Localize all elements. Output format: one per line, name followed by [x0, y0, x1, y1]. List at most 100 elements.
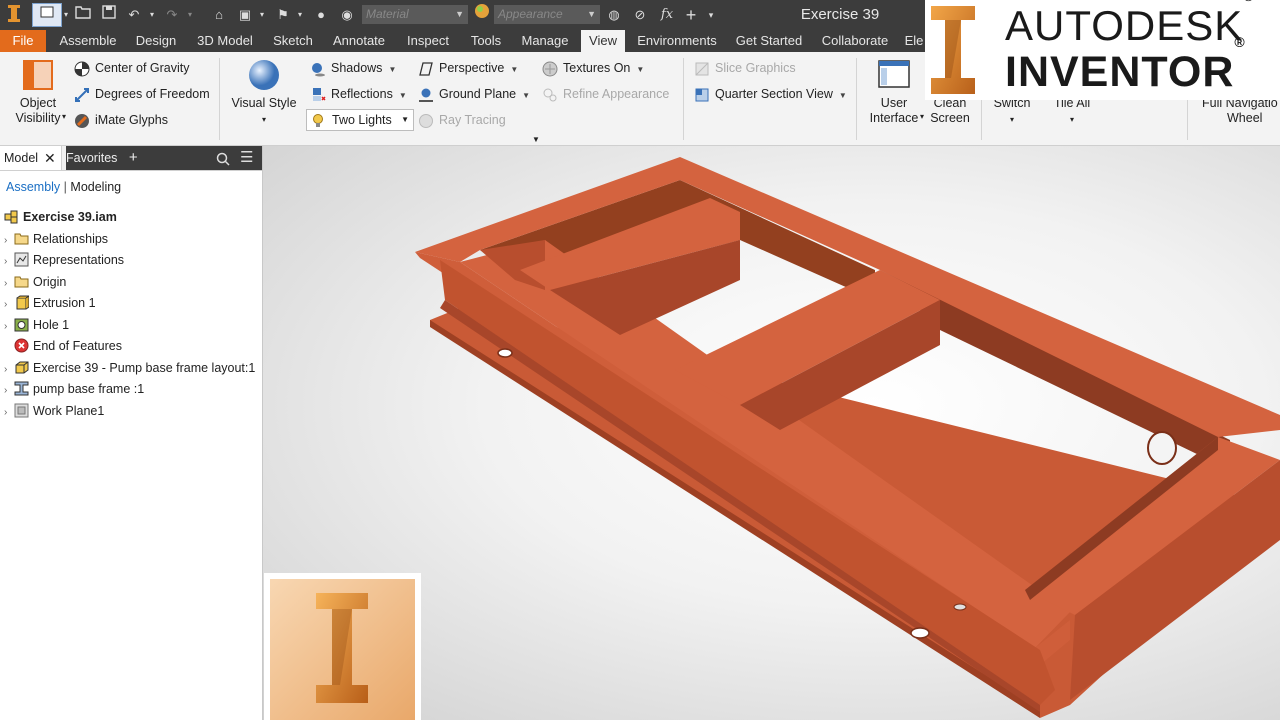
tab-model[interactable]: Model ✕	[0, 146, 62, 170]
new-file-icon[interactable]	[32, 3, 62, 27]
tree-item-hole[interactable]: › Hole 1	[4, 315, 69, 336]
slice-graphics-button[interactable]: Slice Graphics	[694, 60, 796, 77]
tab-favorites[interactable]: Favorites +	[66, 146, 146, 170]
chevron-right-icon[interactable]: ›	[4, 273, 14, 294]
chevron-down-icon: ▾	[1069, 115, 1074, 124]
chevron-right-icon[interactable]: ›	[4, 230, 14, 251]
color-wheel-icon[interactable]: ◉	[338, 3, 356, 27]
lighting-style-select[interactable]: Two Lights ▼	[306, 109, 414, 131]
add-icon[interactable]: +	[682, 3, 700, 27]
subtab-assembly[interactable]: Assembly	[6, 180, 60, 194]
tab-environment-truncated[interactable]: Ele	[902, 30, 926, 52]
ground-plane-icon	[418, 87, 434, 103]
tree-item-end-of-features[interactable]: End of Features	[4, 336, 122, 357]
ground-plane-button[interactable]: Ground Plane ▼	[418, 86, 530, 104]
chevron-right-icon[interactable]: ›	[4, 294, 14, 315]
update-dropdown-icon[interactable]: ▾	[258, 3, 266, 27]
search-icon[interactable]	[216, 146, 230, 170]
clean-screen-button[interactable]: Clean Screen	[926, 96, 974, 126]
open-icon[interactable]	[74, 3, 92, 27]
tab-view[interactable]: View	[581, 30, 625, 52]
shadows-button[interactable]: Shadows ▼	[310, 60, 396, 78]
close-icon[interactable]: ✕	[44, 146, 56, 170]
user-interface-button[interactable]: User Interface	[866, 58, 922, 126]
tree-item-frame[interactable]: › pump base frame :1	[4, 379, 144, 400]
degrees-of-freedom-button[interactable]: Degrees of Freedom	[74, 86, 210, 103]
tree-item-label: Work Plane1	[33, 404, 105, 418]
menu-icon[interactable]: ☰	[240, 146, 253, 170]
perspective-icon	[418, 61, 434, 77]
full-navigation-wheel-button[interactable]: Full Navigatio Wheel	[1196, 96, 1280, 126]
tree-item-extrusion[interactable]: › Extrusion 1	[4, 293, 96, 314]
reflections-button[interactable]: Reflections ▼	[310, 86, 407, 104]
switch-button[interactable]: Switch ▾	[988, 96, 1036, 127]
undo-dropdown-icon[interactable]: ▾	[148, 3, 156, 27]
refine-appearance-button[interactable]: Refine Appearance	[542, 86, 669, 103]
chevron-right-icon[interactable]: ›	[4, 251, 14, 272]
select-dropdown-icon[interactable]: ▾	[296, 3, 304, 27]
object-visibility-dropdown-icon[interactable]: ▾	[62, 109, 66, 125]
tab-manage[interactable]: Manage	[516, 30, 574, 52]
undo-icon[interactable]: ↶	[124, 3, 144, 27]
imate-glyphs-button[interactable]: iMate Glyphs	[74, 112, 168, 129]
save-icon[interactable]	[100, 3, 118, 27]
add-tab-icon[interactable]: +	[129, 149, 138, 166]
clear-appearance-icon[interactable]: ⊘	[630, 3, 650, 27]
ribbon-separator	[856, 58, 857, 140]
user-interface-label-1: User	[880, 96, 908, 110]
adjust-appearance-icon[interactable]: ◍	[604, 3, 624, 27]
quarter-section-view-button[interactable]: Quarter Section View ▼	[694, 86, 847, 104]
tree-item-root[interactable]: Exercise 39.iam	[4, 207, 117, 228]
tree-item-origin[interactable]: › Origin	[4, 272, 66, 293]
appearance-ball-icon[interactable]	[472, 3, 492, 27]
registered-mark: ®	[1234, 33, 1246, 50]
home-icon[interactable]: ⌂	[210, 3, 228, 27]
brand-line2: INVENTOR	[1005, 48, 1235, 96]
customize-dropdown-icon[interactable]: ▾	[704, 3, 718, 27]
tab-sketch[interactable]: Sketch	[268, 30, 318, 52]
tab-get-started[interactable]: Get Started	[730, 30, 808, 52]
tab-environments[interactable]: Environments	[632, 30, 722, 52]
visual-style-button[interactable]: Visual Style ▾	[228, 58, 300, 127]
chevron-right-icon[interactable]: ›	[4, 402, 14, 423]
tab-3d-model[interactable]: 3D Model	[190, 30, 260, 52]
tab-design[interactable]: Design	[130, 30, 182, 52]
tile-all-button[interactable]: Tile All ▾	[1046, 96, 1098, 127]
user-interface-dropdown-icon[interactable]: ▾	[920, 109, 924, 125]
chevron-right-icon[interactable]: ›	[4, 359, 14, 380]
perspective-button[interactable]: Perspective ▼	[418, 60, 518, 78]
tree-item-representations[interactable]: › Representations	[4, 250, 124, 271]
select-icon[interactable]: ⚑	[274, 3, 292, 27]
redo-dropdown-icon[interactable]: ▾	[186, 3, 194, 27]
object-visibility-button[interactable]: Object Visibility	[8, 58, 68, 126]
tree-item-label: Relationships	[33, 232, 109, 246]
refine-appearance-icon	[542, 87, 558, 103]
representations-icon	[14, 252, 29, 267]
shadows-label: Shadows	[331, 61, 383, 75]
tab-assemble[interactable]: Assemble	[56, 30, 120, 52]
inventor-logo-icon	[931, 6, 975, 94]
inventor-pro-icon[interactable]	[2, 3, 26, 27]
center-of-gravity-button[interactable]: Center of Gravity	[74, 60, 189, 77]
appearance-select[interactable]: Appearance ▼	[494, 5, 600, 24]
textures-on-button[interactable]: Textures On ▼	[542, 60, 644, 78]
chevron-right-icon[interactable]: ›	[4, 380, 14, 401]
redo-icon[interactable]: ↷	[162, 3, 182, 27]
subtab-modeling[interactable]: Modeling	[70, 180, 121, 194]
tab-file[interactable]: File	[0, 30, 46, 52]
fx-icon[interactable]: fx	[656, 3, 678, 27]
tree-item-relationships[interactable]: › Relationships	[4, 229, 108, 250]
chevron-down-icon: ▼	[455, 9, 464, 19]
tree-item-work-plane[interactable]: › Work Plane1	[4, 401, 104, 422]
chevron-right-icon[interactable]: ›	[4, 316, 14, 337]
tab-annotate[interactable]: Annotate	[326, 30, 392, 52]
update-icon[interactable]: ▣	[236, 3, 254, 27]
new-dropdown-icon[interactable]: ▾	[62, 3, 70, 27]
tree-item-layout-part[interactable]: › Exercise 39 - Pump base frame layout:1	[4, 358, 255, 379]
tab-tools[interactable]: Tools	[464, 30, 508, 52]
tab-inspect[interactable]: Inspect	[400, 30, 456, 52]
ray-tracing-button[interactable]: Ray Tracing	[418, 112, 506, 129]
material-select[interactable]: Material ▼	[362, 5, 468, 24]
tab-collaborate[interactable]: Collaborate	[816, 30, 894, 52]
shape-icon[interactable]: ●	[312, 3, 330, 27]
